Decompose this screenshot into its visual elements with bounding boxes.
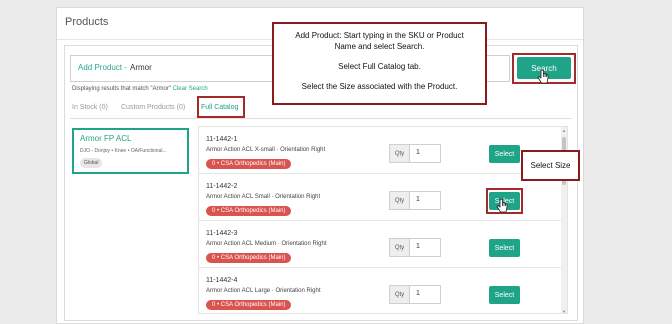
hand-cursor-icon	[537, 69, 549, 84]
results-text: Displaying results that match "Armor"	[72, 86, 171, 92]
qty-label: Qty	[390, 192, 410, 209]
clear-search-link[interactable]: Clear Search	[173, 86, 208, 92]
callout-line: Select Full Catalog tab.	[338, 62, 421, 71]
product-card-title: Armor FP ACL	[80, 134, 132, 143]
callout-line: Add Product: Start typing in the SKU or …	[295, 31, 464, 40]
select-button[interactable]: Select	[489, 239, 520, 257]
row-description: Armor Action ACL Large · Orientation Rig…	[206, 288, 321, 294]
product-card-badge: Global	[80, 158, 103, 168]
callout-line: Name and select Search.	[334, 42, 425, 51]
tab-in-stock[interactable]: In Stock (0)	[72, 104, 108, 111]
row-description: Armor Action ACL Small · Orientation Rig…	[206, 194, 321, 200]
table-row: 11-1442-3 Armor Action ACL Medium · Orie…	[199, 221, 563, 268]
quantity-field[interactable]: Qty 1	[389, 144, 441, 163]
results-summary: Displaying results that match "Armor" Cl…	[72, 86, 208, 92]
row-description: Armor Action ACL Medium · Orientation Ri…	[206, 241, 327, 247]
quantity-field[interactable]: Qty 1	[389, 191, 441, 210]
product-size-list: 11-1442-1 Armor Action ACL X-small · Ori…	[198, 126, 568, 314]
row-sku: 11-1442-2	[206, 183, 238, 190]
qty-label: Qty	[390, 239, 410, 256]
tabs-divider	[70, 118, 572, 119]
qty-label: Qty	[390, 286, 410, 303]
hand-cursor-icon	[496, 198, 508, 213]
row-location-pill: 0 • CSA Orthopedics (Main)	[206, 159, 292, 169]
product-card-subtitle: DJO - Donjoy • Knee • OA/Functional...	[80, 148, 167, 154]
product-card[interactable]: Armor FP ACL DJO - Donjoy • Knee • OA/Fu…	[72, 128, 189, 174]
row-sku: 11-1442-1	[206, 136, 238, 143]
table-row: 11-1442-4 Armor Action ACL Large · Orien…	[199, 268, 563, 313]
row-description: Armor Action ACL X-small · Orientation R…	[206, 147, 326, 153]
table-row: 11-1442-1 Armor Action ACL X-small · Ori…	[199, 127, 563, 174]
tab-highlight-box	[197, 96, 245, 118]
row-sku: 11-1442-4	[206, 277, 238, 284]
quantity-field[interactable]: Qty 1	[389, 285, 441, 304]
tab-custom-products[interactable]: Custom Products (0)	[121, 104, 185, 111]
qty-input[interactable]: 1	[416, 196, 420, 203]
row-location-pill: 0 • CSA Orthopedics (Main)	[206, 206, 292, 216]
search-input[interactable]: Armor	[130, 63, 152, 72]
search-label: Add Product -	[78, 63, 127, 72]
select-size-callout: Select Size	[521, 150, 580, 181]
qty-input[interactable]: 1	[416, 149, 420, 156]
callout-line: Select the Size associated with the Prod…	[301, 82, 458, 91]
row-location-pill: 0 • CSA Orthopedics (Main)	[206, 253, 292, 263]
qty-input[interactable]: 1	[416, 243, 420, 250]
scroll-down-arrow-icon[interactable]: ▼	[561, 309, 567, 313]
qty-label: Qty	[390, 145, 410, 162]
qty-input[interactable]: 1	[416, 290, 420, 297]
row-location-pill: 0 • CSA Orthopedics (Main)	[206, 300, 292, 310]
scroll-up-arrow-icon[interactable]: ▲	[561, 128, 567, 133]
instruction-callout: Add Product: Start typing in the SKU or …	[272, 22, 487, 105]
select-button[interactable]: Select	[489, 145, 520, 163]
panel-title: Products	[65, 16, 109, 28]
select-button[interactable]: Select	[489, 286, 520, 304]
quantity-field[interactable]: Qty 1	[389, 238, 441, 257]
row-sku: 11-1442-3	[206, 230, 238, 237]
